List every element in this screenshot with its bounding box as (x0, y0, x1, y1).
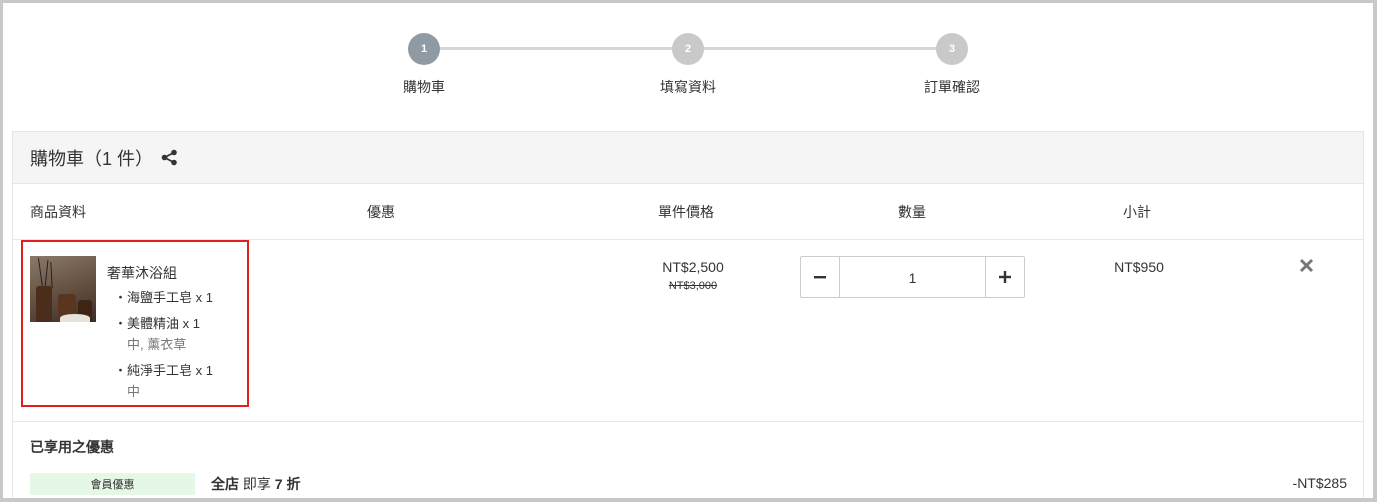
quantity-input[interactable]: 1 (839, 256, 986, 298)
step-1-circle: 1 (408, 33, 440, 65)
unit-price: NT$2,500 (662, 259, 724, 275)
promotion-value: 7 折 (274, 476, 301, 492)
quantity-stepper: 1 (800, 256, 1025, 299)
quantity-decrease-button[interactable] (800, 256, 840, 298)
share-icon[interactable] (161, 149, 178, 166)
step-connector (439, 47, 673, 50)
remove-item-button[interactable] (1297, 256, 1317, 276)
column-header-product: 商品資料 (30, 204, 86, 220)
step-2-circle: 2 (672, 33, 704, 65)
promotions-title: 已享用之優惠 (30, 439, 114, 455)
cart-panel: 購物車（1 件） 商品資料 優惠 單件價格 數量 小計 奢華沐浴組 ・海鹽手工皂… (12, 131, 1364, 502)
promotion-badge: 會員優惠 (30, 473, 195, 495)
step-3-label: 訂單確認 (924, 79, 980, 95)
column-header-subtotal: 小計 (1123, 204, 1151, 220)
plus-icon (999, 271, 1011, 283)
highlight-box (21, 240, 249, 407)
promotion-text: 即享 (239, 476, 275, 492)
step-connector (703, 47, 937, 50)
column-header-quantity: 數量 (898, 204, 926, 220)
original-price: NT$3,000 (668, 280, 718, 292)
promotion-scope: 全店 (211, 476, 239, 492)
close-icon (1299, 258, 1314, 273)
step-3-circle: 3 (936, 33, 968, 65)
promotion-description: 全店 即享 7 折 (211, 474, 300, 494)
item-divider (13, 421, 1363, 422)
column-header-discount: 優惠 (367, 204, 395, 220)
item-subtotal: NT$950 (1114, 259, 1164, 275)
promotion-amount: -NT$285 (1292, 475, 1347, 491)
step-1-label: 購物車 (403, 79, 445, 95)
cart-title: 購物車（1 件） (30, 148, 154, 169)
checkout-stepper: 1 購物車 2 填寫資料 3 訂單確認 (0, 0, 1377, 120)
cart-header: 購物車（1 件） (13, 132, 1363, 184)
step-2-label: 填寫資料 (660, 79, 716, 95)
minus-icon (814, 276, 826, 279)
quantity-increase-button[interactable] (985, 256, 1025, 298)
column-header-unit-price: 單件價格 (658, 204, 714, 220)
